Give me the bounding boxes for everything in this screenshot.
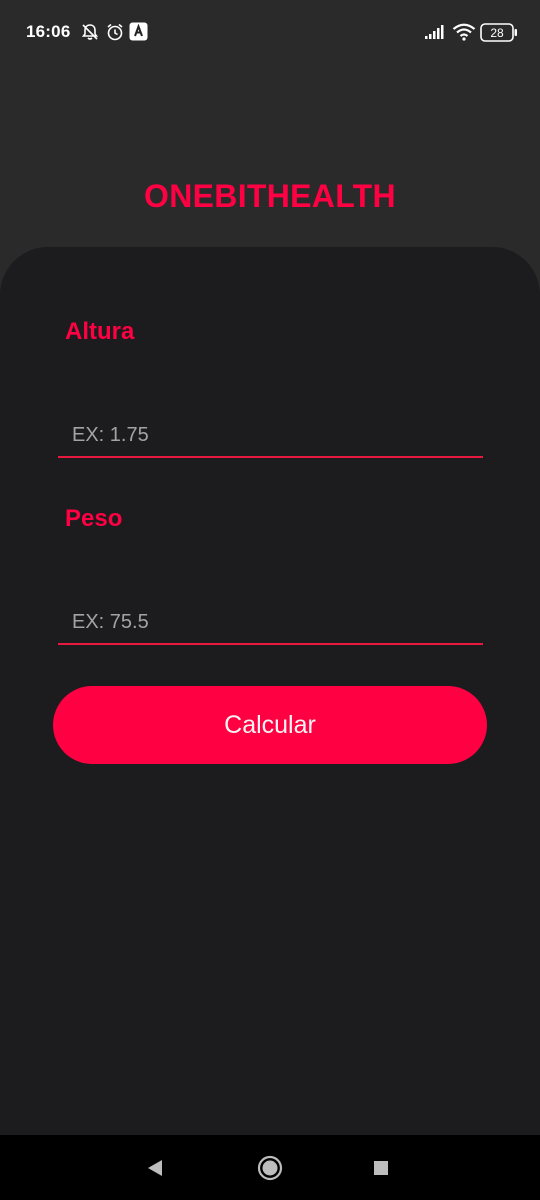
weight-input[interactable] bbox=[58, 601, 483, 645]
status-time: 16:06 bbox=[26, 22, 71, 41]
signal-icon bbox=[425, 25, 444, 39]
calculate-button[interactable]: Calcular bbox=[53, 686, 487, 764]
alarm-icon bbox=[107, 23, 123, 41]
home-button[interactable] bbox=[257, 1155, 283, 1181]
height-label: Altura bbox=[65, 318, 135, 345]
notifications-off-icon bbox=[81, 24, 99, 40]
wifi-icon bbox=[452, 23, 476, 41]
battery-icon: 28 bbox=[480, 23, 517, 42]
navigation-bar bbox=[0, 1135, 540, 1200]
height-input[interactable] bbox=[58, 414, 483, 458]
back-button[interactable] bbox=[145, 1158, 165, 1178]
status-bar: 16:06 28 bbox=[0, 0, 540, 66]
app-title: ONEBITHEALTH bbox=[144, 178, 396, 214]
recents-button[interactable] bbox=[373, 1160, 389, 1176]
weight-label: Peso bbox=[65, 505, 123, 532]
app-notification-icon bbox=[129, 22, 148, 41]
battery-level: 28 bbox=[490, 26, 504, 40]
